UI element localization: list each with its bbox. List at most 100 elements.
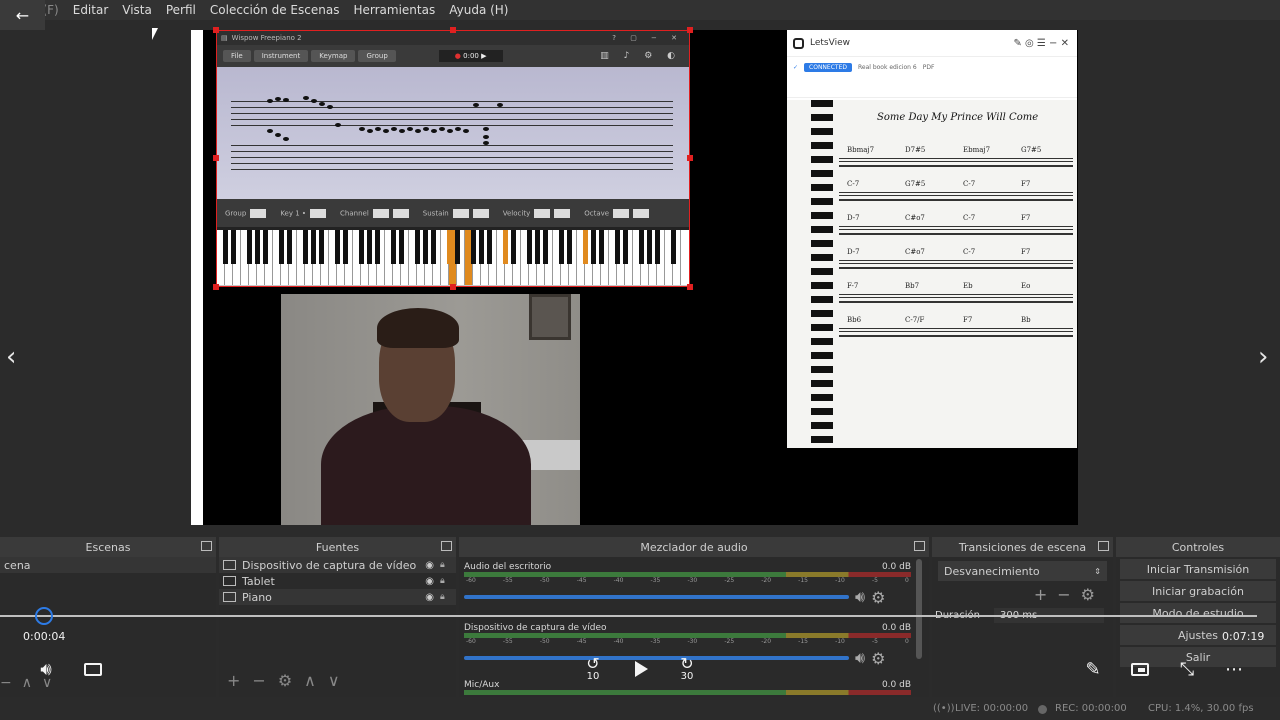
piano-toolbar-icons[interactable]: ▥ ♪ ⚙ ◐	[600, 51, 689, 61]
eye-icon[interactable]: ◉	[425, 592, 434, 603]
letsview-source[interactable]: LetsView ✎ ◎ ☰ − ✕ ✓ CONNECTED Real book…	[787, 30, 1077, 448]
resize-handle[interactable]	[450, 27, 456, 33]
miniplayer-icon[interactable]	[1128, 657, 1152, 681]
black-key[interactable]	[478, 230, 484, 264]
forward-icon[interactable]: ↻ 30	[674, 655, 700, 683]
float-icon[interactable]	[914, 541, 925, 551]
resize-handle[interactable]	[450, 284, 456, 290]
pencil-icon[interactable]: ✎	[1081, 657, 1105, 681]
black-key[interactable]	[558, 230, 564, 264]
menu-view[interactable]: Vista	[115, 3, 159, 17]
piano-instrument-button[interactable]: Instrument	[253, 50, 309, 62]
speaker-icon[interactable]: 🔊︎	[855, 648, 865, 668]
record-icon[interactable]: ●	[455, 52, 461, 60]
exit-fullscreen-icon[interactable]: ⤡	[1175, 657, 1199, 681]
black-key[interactable]	[390, 230, 396, 264]
eye-icon[interactable]: ◉	[425, 576, 434, 587]
gear-icon[interactable]: ⚙	[871, 649, 885, 668]
scene-item[interactable]: cena	[0, 557, 216, 573]
black-key[interactable]	[254, 230, 260, 264]
black-key[interactable]	[582, 230, 588, 264]
rewind-icon[interactable]: ↺ 10	[580, 655, 606, 683]
speaker-icon[interactable]: 🔊︎	[855, 587, 865, 607]
black-key[interactable]	[342, 230, 348, 264]
float-icon[interactable]	[1098, 541, 1109, 551]
black-key[interactable]	[334, 230, 340, 264]
piano-source[interactable]: ▤ Wispow Freepiano 2 ? ▢ − ✕ File Instru…	[216, 30, 690, 287]
black-key[interactable]	[398, 230, 404, 264]
webcam-source[interactable]	[281, 294, 580, 525]
menu-profile[interactable]: Perfil	[159, 3, 203, 17]
black-key[interactable]	[286, 230, 292, 264]
black-key[interactable]	[638, 230, 644, 264]
lock-icon[interactable]: 🔒︎	[440, 592, 450, 602]
transition-select[interactable]: Desvanecimiento ⇕	[938, 561, 1107, 581]
start-recording-button[interactable]: Iniciar grabación	[1120, 581, 1276, 601]
black-key[interactable]	[414, 230, 420, 264]
play-icon[interactable]: ▶	[481, 52, 486, 60]
black-key[interactable]	[422, 230, 428, 264]
black-key[interactable]	[454, 230, 460, 264]
piano-keymap-button[interactable]: Keymap	[311, 50, 356, 62]
letsview-window-controls[interactable]: ✎ ◎ ☰ − ✕	[1013, 38, 1077, 49]
source-item[interactable]: Piano ◉ 🔒︎	[219, 589, 456, 605]
start-streaming-button[interactable]: Iniciar Transmisión	[1120, 559, 1276, 579]
letsview-tools[interactable]	[787, 78, 1077, 98]
piano-keyboard[interactable]	[217, 227, 689, 285]
black-key[interactable]	[502, 230, 508, 264]
menu-edit[interactable]: Editar	[66, 3, 116, 17]
black-key[interactable]	[470, 230, 476, 264]
black-key[interactable]	[486, 230, 492, 264]
seek-bar[interactable]	[0, 615, 1257, 617]
black-key[interactable]	[654, 230, 660, 264]
eye-icon[interactable]: ◉	[425, 560, 434, 571]
black-key[interactable]	[510, 230, 516, 264]
more-options-icon[interactable]: ⋯	[1222, 657, 1246, 681]
black-key[interactable]	[430, 230, 436, 264]
seek-handle[interactable]	[35, 607, 53, 625]
float-icon[interactable]	[441, 541, 452, 551]
black-key[interactable]	[366, 230, 372, 264]
resize-handle[interactable]	[213, 27, 219, 33]
black-key[interactable]	[222, 230, 228, 264]
black-key[interactable]	[646, 230, 652, 264]
studio-mode-button[interactable]: Modo de estudio	[1120, 603, 1276, 623]
source-controls[interactable]: +−⚙∧∨	[227, 671, 352, 690]
black-key[interactable]	[446, 230, 452, 264]
back-button[interactable]: ←	[0, 0, 45, 30]
volume-icon[interactable]: 🔊︎	[34, 657, 58, 681]
menu-scene-collection[interactable]: Colección de Escenas	[203, 3, 347, 17]
black-key[interactable]	[278, 230, 284, 264]
menu-tools[interactable]: Herramientas	[346, 3, 442, 17]
black-key[interactable]	[542, 230, 548, 264]
piano-file-button[interactable]: File	[223, 50, 251, 62]
resize-handle[interactable]	[213, 155, 219, 161]
volume-slider[interactable]	[464, 656, 849, 660]
lock-icon[interactable]: 🔒︎	[440, 576, 450, 586]
black-key[interactable]	[614, 230, 620, 264]
mixer-scrollbar[interactable]	[916, 559, 922, 659]
menu-help[interactable]: Ayuda (H)	[442, 3, 515, 17]
black-key[interactable]	[246, 230, 252, 264]
resize-handle[interactable]	[687, 155, 693, 161]
chevron-right-icon[interactable]: ›	[1258, 342, 1268, 372]
lock-icon[interactable]: 🔒︎	[440, 560, 450, 570]
black-key[interactable]	[230, 230, 236, 264]
black-key[interactable]	[374, 230, 380, 264]
source-item[interactable]: Dispositivo de captura de vídeo ◉ 🔒︎	[219, 557, 456, 573]
black-key[interactable]	[310, 230, 316, 264]
play-button[interactable]	[629, 657, 653, 681]
piano-group-button[interactable]: Group	[358, 50, 396, 62]
resize-handle[interactable]	[687, 284, 693, 290]
black-key[interactable]	[622, 230, 628, 264]
black-key[interactable]	[358, 230, 364, 264]
black-key[interactable]	[670, 230, 676, 264]
transition-controls[interactable]: +−⚙	[932, 585, 1113, 604]
float-icon[interactable]	[201, 541, 212, 551]
gear-icon[interactable]: ⚙	[871, 588, 885, 607]
black-key[interactable]	[526, 230, 532, 264]
black-key[interactable]	[566, 230, 572, 264]
volume-slider[interactable]	[464, 595, 849, 599]
black-key[interactable]	[534, 230, 540, 264]
resize-handle[interactable]	[213, 284, 219, 290]
